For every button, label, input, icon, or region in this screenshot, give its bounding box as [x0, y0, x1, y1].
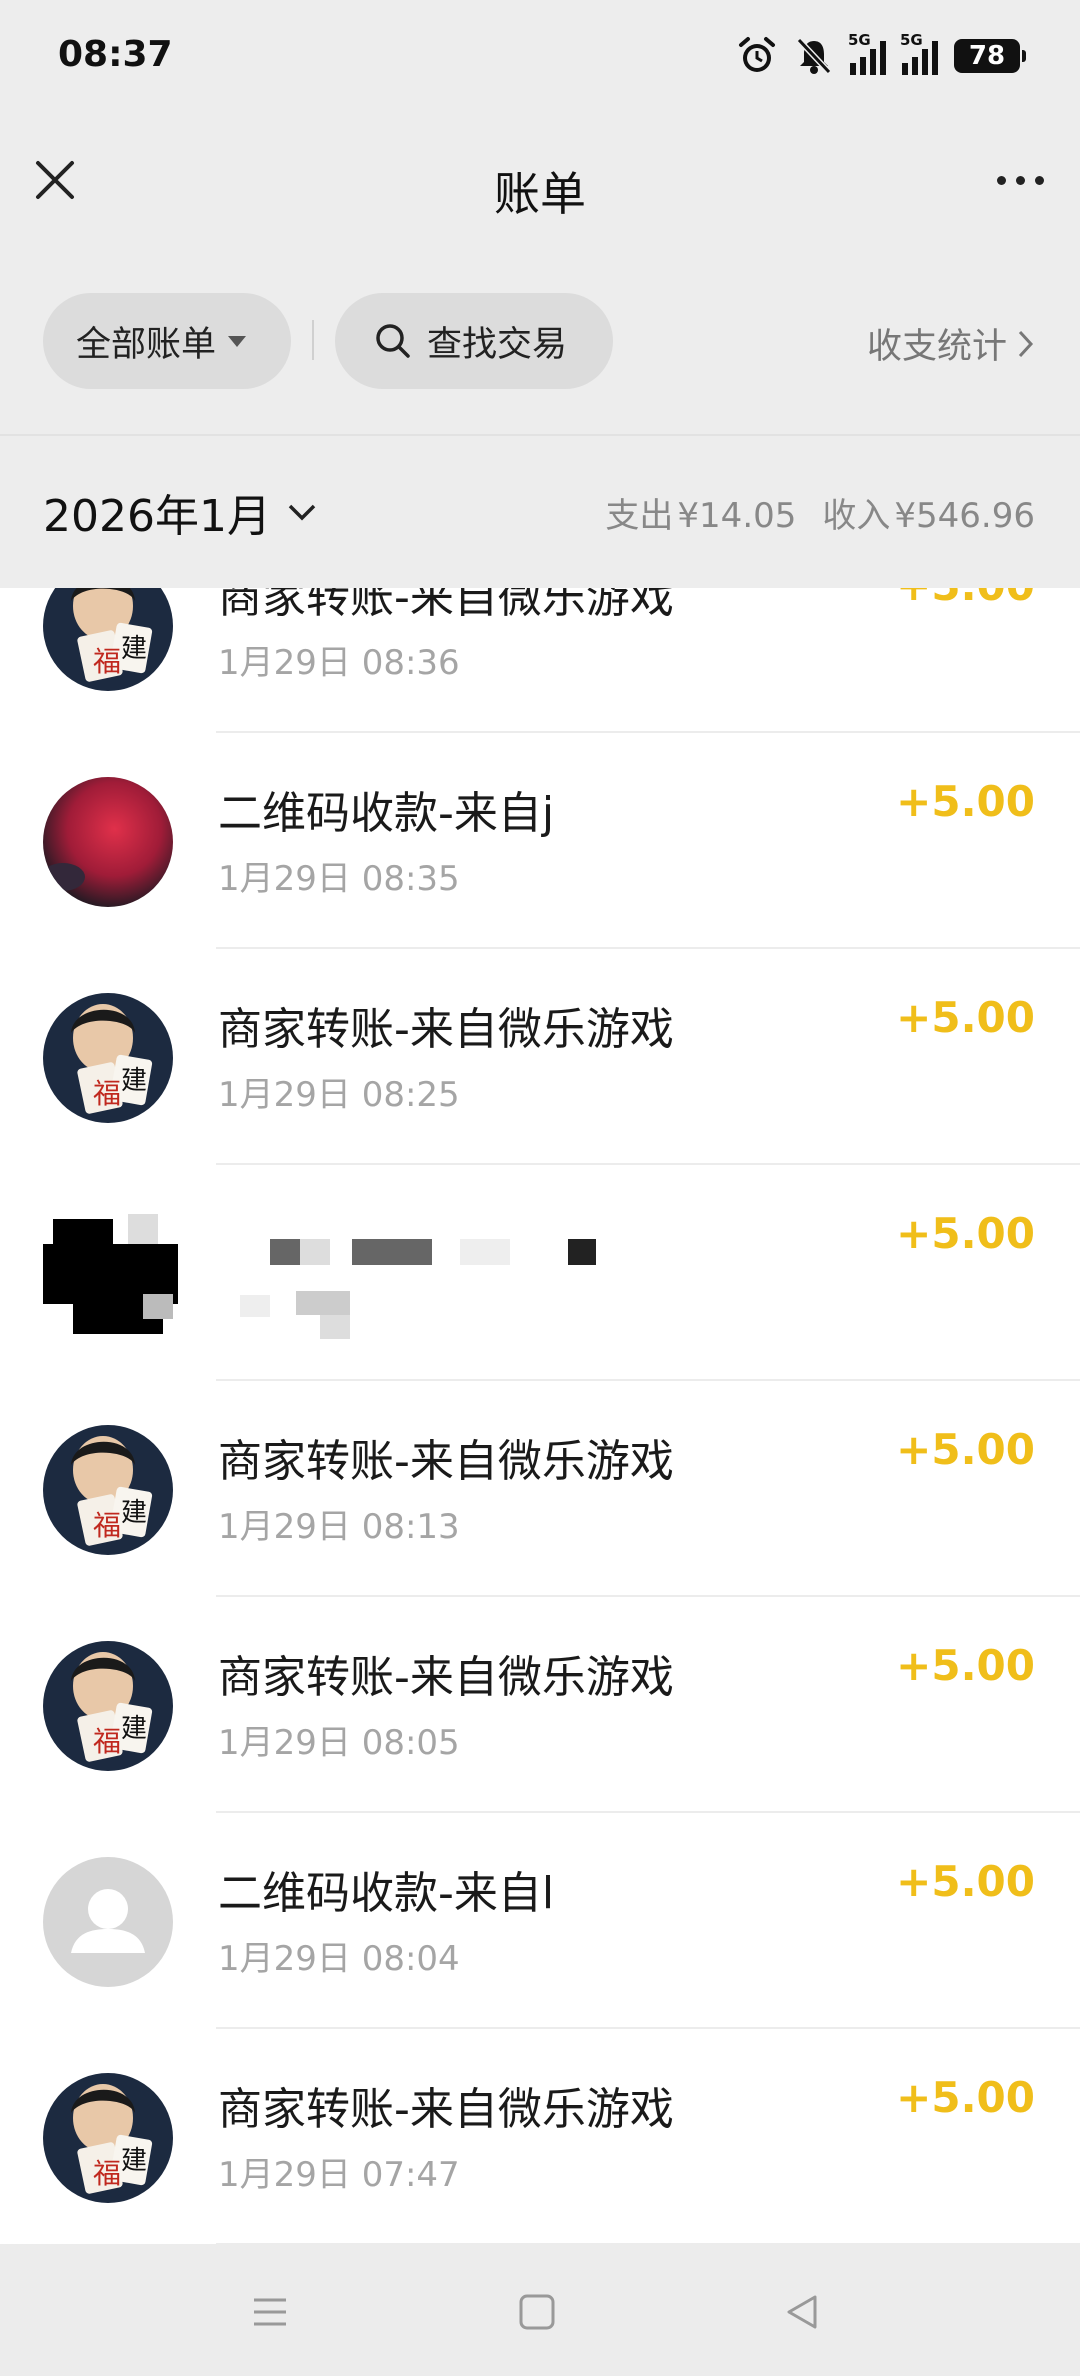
transaction-time: 1月29日 08:04 [218, 1939, 460, 1979]
default-avatar [43, 1857, 173, 1987]
back-button[interactable] [773, 2282, 833, 2342]
transaction-amount: +5.00 [896, 2073, 1035, 2122]
transaction-title: 商家转账-来自微乐游戏 [218, 2084, 674, 2135]
month-bar: 2026年1月 支出 ¥14.05 收入 ¥546.96 [0, 436, 1080, 588]
transaction-title: 二维码收款-来自j [218, 788, 555, 839]
svg-text:建: 建 [121, 1066, 147, 1096]
transaction-list: 福建 商家转账-来自微乐游戏 1月29日 08:36 +5.00 二维码收款-来… [0, 588, 1080, 2244]
mute-icon [794, 36, 834, 76]
signal-icon: 5G [900, 31, 938, 75]
stats-link[interactable]: 收支统计 [867, 318, 1035, 369]
chevron-right-icon [1018, 330, 1034, 357]
stats-label: 收支统计 [866, 327, 1007, 367]
transaction-amount: +5.00 [896, 588, 1035, 610]
list-item[interactable]: 福建 商家转账-来自微乐游戏 1月29日 08:05 +5.00 [0, 1597, 1080, 1813]
avatar [43, 777, 173, 907]
signal-icon: 5G [848, 31, 886, 75]
list-item[interactable]: 福建 商家转账-来自微乐游戏 1月29日 07:47 +5.00 [0, 2029, 1080, 2244]
avatar: 福建 [43, 1641, 173, 1771]
caret-down-icon [228, 335, 247, 347]
page-title: 账单 [494, 167, 586, 221]
filter-bar: 全部账单 查找交易 收支统计 [0, 290, 1080, 390]
transaction-time: 1月29日 08:35 [218, 859, 460, 899]
month-totals: 支出 ¥14.05 收入 ¥546.96 [605, 488, 1035, 537]
redacted-avatar [38, 1209, 178, 1339]
month-label: 2026年1月 [43, 491, 271, 542]
expense-total: 支出 ¥14.05 [605, 496, 797, 536]
transaction-amount: +5.00 [896, 1857, 1035, 1906]
transaction-amount: +5.00 [896, 1425, 1035, 1474]
svg-text:建: 建 [121, 1498, 147, 1528]
search-label: 查找交易 [427, 324, 568, 365]
menu-button[interactable] [240, 2282, 300, 2342]
redacted-text [320, 1315, 350, 1339]
more-icon [996, 175, 1006, 185]
list-item[interactable]: 福建 商家转账-来自微乐游戏 1月29日 08:13 +5.00 [0, 1381, 1080, 1597]
svg-text:福: 福 [93, 645, 121, 678]
redacted-text [300, 1239, 330, 1265]
all-bills-label: 全部账单 [76, 324, 217, 365]
avatar: 福建 [43, 588, 173, 691]
home-button[interactable] [507, 2282, 567, 2342]
system-nav-bar [0, 2244, 1080, 2376]
filter-divider [312, 320, 314, 360]
redacted-text [270, 1239, 300, 1265]
transaction-amount: +5.00 [896, 993, 1035, 1042]
list-item[interactable]: 二维码收款-来自j 1月29日 08:35 +5.00 [0, 733, 1080, 949]
svg-text:建: 建 [121, 634, 147, 664]
svg-text:建: 建 [121, 1714, 147, 1744]
redacted-text [296, 1291, 350, 1315]
transaction-amount: +5.00 [896, 1641, 1035, 1690]
list-item[interactable]: +5.00 [0, 1165, 1080, 1381]
status-time: 08:37 [58, 34, 173, 75]
svg-text:福: 福 [93, 2157, 121, 2190]
transaction-title: 商家转账-来自微乐游戏 [218, 1436, 674, 1487]
home-icon [519, 2294, 555, 2330]
transaction-time: 1月29日 08:05 [218, 1723, 460, 1763]
redacted-text [460, 1239, 510, 1265]
transaction-time: 1月29日 08:13 [218, 1507, 460, 1547]
alarm-icon [736, 35, 778, 77]
transaction-title: 商家转账-来自微乐游戏 [218, 588, 674, 623]
status-bar: 08:37 5G 5G 78 [0, 0, 1080, 120]
menu-icon [254, 2298, 286, 2326]
transaction-title: 商家转账-来自微乐游戏 [218, 1652, 674, 1703]
more-button[interactable] [990, 170, 1050, 190]
battery-icon: 78 [954, 39, 1026, 73]
transaction-title: 商家转账-来自微乐游戏 [218, 1004, 674, 1055]
transaction-time: 1月29日 07:47 [218, 2155, 460, 2195]
list-item[interactable]: 福建 商家转账-来自微乐游戏 1月29日 08:36 +5.00 [0, 588, 1080, 733]
list-item[interactable]: 二维码收款-来自l 1月29日 08:04 +5.00 [0, 1813, 1080, 2029]
status-icons: 5G 5G 78 [736, 31, 1026, 78]
list-item[interactable]: 福建 商家转账-来自微乐游戏 1月29日 08:25 +5.00 [0, 949, 1080, 1165]
chevron-down-icon [288, 504, 316, 521]
redacted-text [352, 1239, 432, 1265]
svg-text:福: 福 [93, 1725, 121, 1758]
svg-text:福: 福 [93, 1077, 121, 1110]
app-header: 账单 [0, 120, 1080, 250]
avatar: 福建 [43, 993, 173, 1123]
transaction-time: 1月29日 08:25 [218, 1075, 460, 1115]
svg-text:建: 建 [121, 2146, 147, 2176]
search-transactions-button[interactable]: 查找交易 [335, 293, 613, 389]
back-icon [787, 2295, 817, 2329]
month-selector[interactable]: 2026年1月 [43, 480, 317, 544]
transaction-amount: +5.00 [896, 777, 1035, 826]
transaction-title: 二维码收款-来自l [218, 1868, 555, 1919]
income-total: 收入 ¥546.96 [822, 496, 1035, 536]
redacted-text [240, 1295, 270, 1317]
transaction-amount: +5.00 [896, 1209, 1035, 1258]
avatar: 福建 [43, 1425, 173, 1555]
avatar: 福建 [43, 2073, 173, 2203]
redacted-text [568, 1239, 596, 1265]
transaction-time: 1月29日 08:36 [218, 643, 460, 683]
search-icon [373, 321, 413, 361]
all-bills-dropdown[interactable]: 全部账单 [43, 293, 291, 389]
svg-text:福: 福 [93, 1509, 121, 1542]
